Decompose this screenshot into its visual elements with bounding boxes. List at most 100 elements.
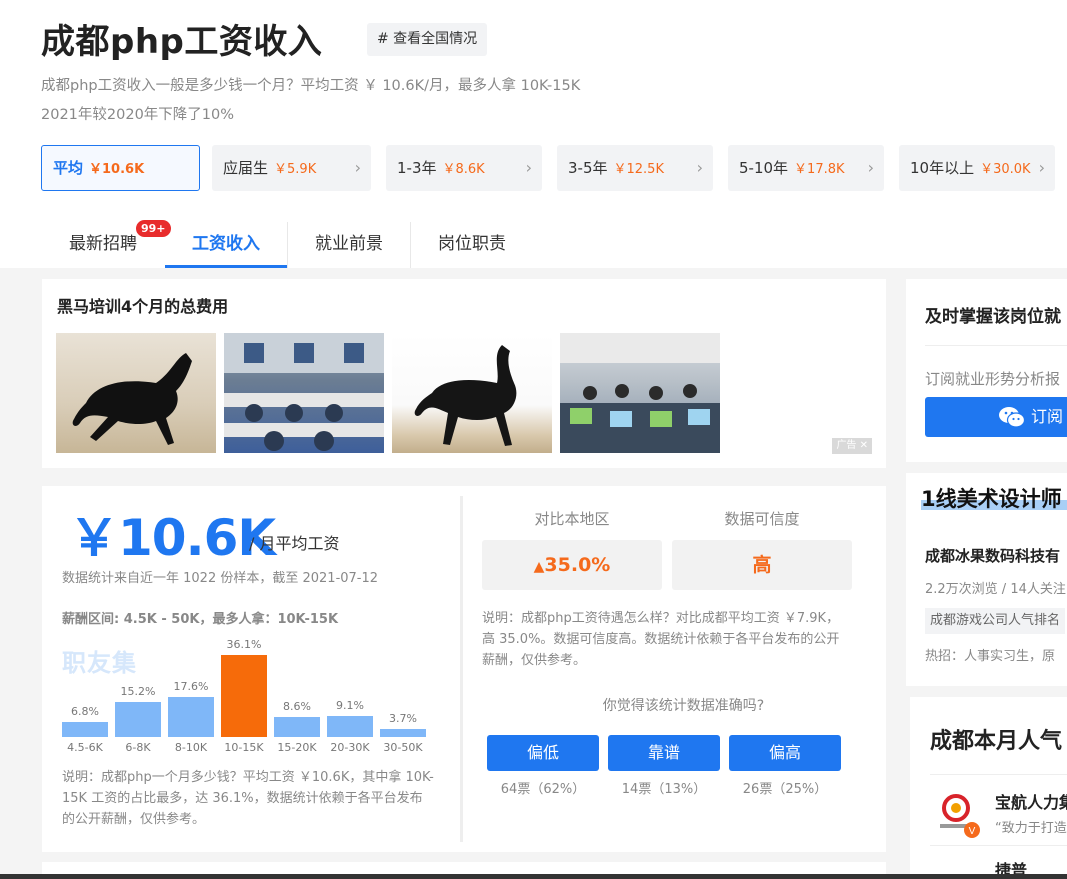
chevron-right-icon: › (696, 158, 703, 177)
page-title: 成都php工资收入 (41, 22, 323, 62)
arrow-up-icon: ▲ (533, 559, 545, 575)
exp-tab-graduate[interactable]: 应届生 ￥5.9K › (212, 145, 371, 191)
classroom-icon (224, 333, 384, 451)
vote-low-count: 64票（62%） (500, 782, 586, 797)
company-divider (930, 845, 1067, 846)
average-salary-unit: / 月平均工资 (249, 534, 340, 553)
subscribe-divider (925, 345, 1067, 346)
ad-image-classroom-2[interactable] (560, 333, 720, 453)
chart-bar-label: 9.1% (336, 699, 364, 712)
view-national-button[interactable]: # 查看全国情况 (367, 23, 488, 56)
exp-tab-3-5[interactable]: 3-5年 ￥12.5K › (557, 145, 713, 191)
company-logo-icon: V (940, 794, 980, 838)
chevron-right-icon: › (1038, 158, 1045, 177)
ad-card[interactable]: 黑马培训4个月的总费用 广告 ✕ (42, 279, 886, 468)
popular-divider (930, 774, 1067, 775)
salary-card: ￥10.6K / 月平均工资 数据统计来自近一年 1022 份样本，截至 202… (42, 486, 886, 852)
chart-bar (168, 697, 214, 737)
exp-tab-salary: ￥30.0K (980, 162, 1031, 177)
chevron-right-icon: › (354, 158, 361, 177)
chart-bar (62, 722, 108, 737)
bottom-bar (0, 874, 1067, 879)
wechat-icon (999, 407, 1025, 428)
subscribe-button[interactable]: 订阅 (925, 397, 1067, 437)
exp-tab-label: 平均 (53, 159, 84, 177)
tab-salary[interactable]: 工资收入 (165, 220, 287, 268)
ad-label[interactable]: 广告 ✕ (832, 438, 872, 454)
exp-tab-salary: ￥10.6K (89, 162, 145, 177)
chevron-right-icon: › (525, 158, 532, 177)
chart-bar-label: 17.6% (173, 680, 209, 693)
region-compare-percent: 35.0% (544, 554, 611, 576)
ad-title: 黑马培训4个月的总费用 (57, 297, 229, 316)
chart-bar-label: 3.7% (389, 712, 417, 725)
promo-tag[interactable]: 成都游戏公司人气排名 (925, 608, 1066, 634)
exp-tab-10-plus[interactable]: 10年以上 ￥30.0K › (899, 145, 1055, 191)
chart-bar-label: 15.2% (120, 685, 156, 698)
vote-question: 你觉得该统计数据准确吗? (602, 698, 765, 714)
exp-tab-salary: ￥17.8K (794, 162, 845, 177)
subscribe-text: 订阅就业形势分析报 (925, 370, 1061, 388)
promo-company[interactable]: 成都冰果数码科技有 (925, 545, 1060, 566)
subscribe-title: 及时掌握该岗位就 (925, 307, 1061, 327)
compare-note: 说明：成都php工资待遇怎么样？对比成都平均工资 ￥7.9K，高 35.0%。数… (482, 611, 840, 668)
promo-job-title[interactable]: 1线美术设计师 (921, 483, 1062, 513)
exp-tab-average[interactable]: 平均 ￥10.6K (41, 145, 200, 191)
chart-category-label: 4.5-6K (67, 741, 103, 754)
exp-tab-5-10[interactable]: 5-10年 ￥17.8K › (728, 145, 884, 191)
company-logo[interactable]: V (934, 790, 984, 840)
sample-source: 数据统计来自近一年 1022 份样本，截至 2021-07-12 (62, 571, 379, 586)
company1-name[interactable]: 宝航人力集 (995, 789, 1067, 813)
ad-image-horse-1[interactable] (56, 333, 216, 453)
exp-tab-label: 10年以上 (910, 159, 975, 177)
ad-image-classroom-1[interactable] (224, 333, 384, 453)
salary-range: 薪酬区间: 4.5K - 50K，最多人拿：10K-15K (62, 612, 339, 627)
salary-trend: 2021年较2020年下降了10% (41, 107, 235, 123)
popular-title: 成都本月人气 (930, 729, 1063, 754)
horse-icon (72, 353, 192, 445)
chart-category-label: 20-30K (330, 741, 370, 754)
trust-value: 高 (672, 540, 852, 590)
exp-tab-label: 3-5年 (568, 159, 608, 177)
exp-tab-1-3[interactable]: 1-3年 ￥8.6K › (386, 145, 542, 191)
average-salary: ￥10.6K (69, 509, 276, 567)
chart-bar (274, 717, 320, 737)
chart-category-label: 8-10K (174, 741, 208, 754)
vote-accurate-button[interactable]: 靠谱 (608, 735, 720, 771)
horse-icon (414, 345, 517, 446)
region-compare-value: ▲35.0% (482, 540, 662, 590)
watermark-logo: 职友集 (62, 649, 137, 677)
salary-note: 说明：成都php一个月多少钱？平均工资 ￥10.6K，其中拿 10K-15K 工… (62, 770, 434, 827)
chevron-right-icon: › (867, 158, 874, 177)
header: 成都php工资收入 # 查看全国情况 成都php工资收入一般是多少钱一个月？平均… (0, 0, 1067, 268)
vote-accurate-count: 14票（13%） (621, 782, 707, 797)
region-compare-heading: 对比本地区 (534, 510, 610, 528)
promo-hot-jobs: 热招：人事实习生，原 (925, 649, 1056, 664)
tab-duties[interactable]: 岗位职责 (411, 220, 533, 268)
chart-bar (380, 729, 426, 737)
ad-image-horse-2[interactable] (392, 333, 552, 453)
trust-heading: 数据可信度 (724, 510, 800, 528)
chart-category-label: 10-15K (224, 741, 264, 754)
chart-category-label: 15-20K (277, 741, 317, 754)
subscribe-button-label: 订阅 (1031, 407, 1064, 426)
chart-bar-label: 6.8% (71, 705, 99, 718)
vote-high-button[interactable]: 偏高 (729, 735, 841, 771)
subscribe-card: 及时掌握该岗位就 订阅就业形势分析报 订阅 (906, 279, 1067, 462)
exp-tab-label: 应届生 (223, 159, 269, 177)
vote-low-button[interactable]: 偏低 (487, 735, 599, 771)
computer-lab-icon (560, 333, 720, 453)
salary-summary: 成都php工资收入一般是多少钱一个月？平均工资 ￥ 10.6K/月，最多人拿 1… (41, 78, 581, 94)
job-promo-card[interactable]: 1线美术设计师 成都冰果数码科技有 2.2万次浏览 / 14人关注 成都游戏公司… (906, 473, 1067, 686)
vote-high-count: 26票（25%） (742, 782, 828, 797)
chart-bar-label: 36.1% (226, 638, 262, 651)
chart-category-label: 30-50K (383, 741, 423, 754)
card-divider (460, 496, 463, 842)
exp-tab-salary: ￥5.9K (274, 162, 317, 177)
exp-tab-label: 1-3年 (397, 159, 437, 177)
chart-bar-label: 8.6% (283, 700, 311, 713)
tab-label: 岗位职责 (438, 234, 506, 254)
exp-tab-salary: ￥8.6K (442, 162, 485, 177)
tab-prospects[interactable]: 就业前景 (288, 220, 410, 268)
tab-label: 最新招聘 (69, 234, 137, 254)
